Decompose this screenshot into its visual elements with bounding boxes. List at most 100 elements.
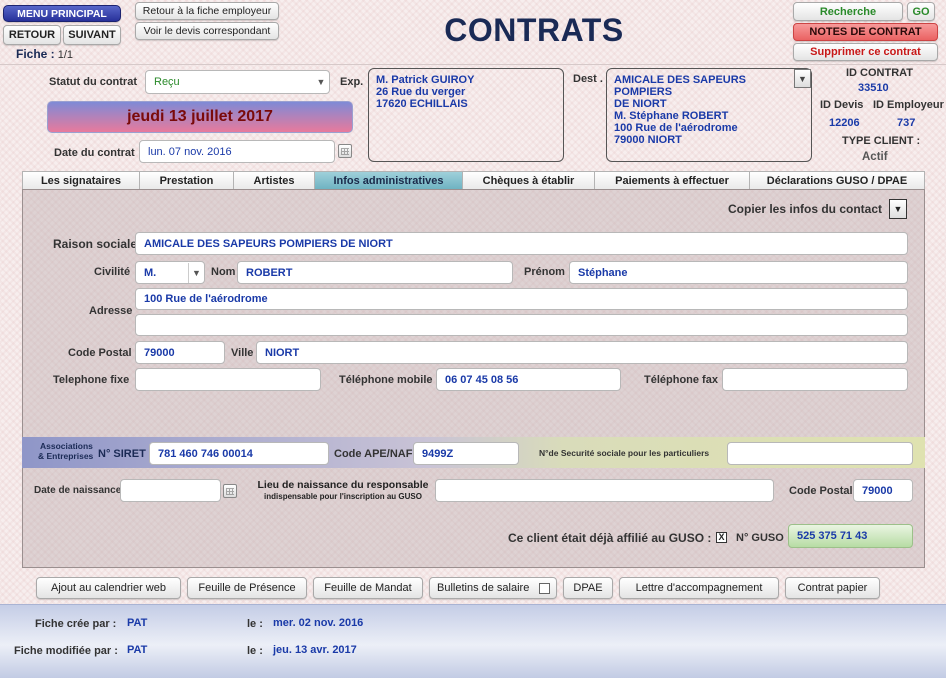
calendar-icon[interactable]	[223, 484, 237, 498]
prenom-field[interactable]: Stéphane	[569, 261, 908, 284]
ville-value: NIORT	[265, 346, 300, 359]
bulletins-salaire-label: Bulletins de salaire	[437, 582, 530, 594]
prenom-label: Prénom	[524, 266, 565, 278]
dest-line: 79000 NIORT	[614, 134, 682, 146]
dest-label: Dest .	[573, 73, 603, 85]
menu-principal-button[interactable]: MENU PRINCIPAL	[3, 5, 121, 22]
statut-select[interactable]: Reçu ▼	[145, 70, 330, 94]
id-contrat-label: ID CONTRAT	[846, 67, 914, 79]
adresse-field-1[interactable]: 100 Rue de l'aérodrome	[135, 288, 908, 310]
lieu-naissance-label: Lieu de naissance du responsable indispe…	[252, 480, 434, 502]
dest-line: M. Stéphane ROBERT	[614, 110, 729, 122]
adresse-field-2[interactable]	[135, 314, 908, 336]
recherche-button[interactable]: Recherche	[793, 2, 903, 21]
exp-line: 26 Rue du verger	[376, 86, 466, 98]
bulletins-checkbox[interactable]	[539, 583, 550, 594]
tab-declarations-guso[interactable]: Déclarations GUSO / DPAE	[749, 171, 925, 190]
civilite-select[interactable]: M. ▼	[135, 261, 205, 284]
associations-label: Associations & Entreprises	[38, 441, 93, 461]
ajout-calendrier-button[interactable]: Ajout au calendrier web	[36, 577, 181, 599]
tab-artistes[interactable]: Artistes	[233, 171, 315, 190]
supprimer-contrat-button[interactable]: Supprimer ce contrat	[793, 43, 938, 61]
code-ape-value: 9499Z	[422, 447, 454, 460]
exp-line: 17620 ECHILLAIS	[376, 98, 468, 110]
tab-prestation[interactable]: Prestation	[139, 171, 234, 190]
nom-label: Nom	[211, 266, 236, 278]
dest-line: DE NIORT	[614, 98, 667, 110]
voir-devis-button[interactable]: Voir le devis correspondant	[135, 22, 279, 40]
copier-infos-label: Copier les infos du contact	[728, 202, 883, 216]
date-contrat-label: Date du contrat	[54, 147, 135, 159]
raison-sociale-label: Raison sociale	[53, 237, 138, 251]
code-postal-2-field[interactable]: 79000	[853, 479, 913, 502]
statut-value: Reçu	[154, 76, 180, 88]
guso-affilie-label: Ce client était déjà affilié au GUSO :	[508, 531, 712, 545]
contrat-papier-button[interactable]: Contrat papier	[785, 577, 880, 599]
telephone-fixe-field[interactable]	[135, 368, 321, 391]
lettre-accompagnement-button[interactable]: Lettre d'accompagnement	[619, 577, 779, 599]
telephone-fax-field[interactable]	[722, 368, 908, 391]
siret-field[interactable]: 781 460 746 00014	[149, 442, 329, 465]
date-naissance-field[interactable]	[120, 479, 221, 502]
notes-contrat-button[interactable]: NOTES DE CONTRAT	[793, 23, 938, 41]
code-ape-field[interactable]: 9499Z	[413, 442, 519, 465]
dest-address-box: AMICALE DES SAPEURS POMPIERS DE NIORT M.…	[606, 68, 812, 162]
code-postal-2-value: 79000	[862, 484, 893, 497]
fiche-counter: Fiche : 1/1	[16, 47, 73, 61]
retour-button[interactable]: RETOUR	[3, 25, 61, 45]
fiche-modifiee-date-value: jeu. 13 avr. 2017	[273, 644, 357, 656]
chevron-down-icon: ▼	[316, 77, 326, 87]
page-title: CONTRATS	[444, 12, 624, 48]
dest-line: 100 Rue de l'aérodrome	[614, 122, 738, 134]
fiche-creee-le-label: le :	[247, 618, 263, 630]
tab-paiements[interactable]: Paiements à effectuer	[594, 171, 750, 190]
raison-sociale-field[interactable]: AMICALE DES SAPEURS POMPIERS DE NIORT	[135, 232, 908, 255]
civilite-label: Civilité	[94, 266, 131, 278]
suivant-button[interactable]: SUIVANT	[63, 25, 121, 45]
securite-sociale-field[interactable]	[727, 442, 913, 465]
guso-num-field[interactable]: 525 375 71 43	[788, 524, 913, 548]
tab-signataires[interactable]: Les signataires	[22, 171, 140, 190]
lieu-naissance-label-line-1: Lieu de naissance du responsable	[257, 479, 429, 491]
code-postal-field[interactable]: 79000	[135, 341, 225, 364]
tab-infos-administratives[interactable]: Infos administratives	[314, 171, 463, 190]
associations-line-2: & Entreprises	[38, 451, 94, 461]
adresse-label: Adresse	[89, 305, 133, 317]
adresse-value-1: 100 Rue de l'aérodrome	[144, 293, 268, 305]
code-postal-label: Code Postal	[68, 347, 132, 359]
retour-fiche-employeur-button[interactable]: Retour à la fiche employeur	[135, 2, 279, 20]
siret-value: 781 460 746 00014	[158, 447, 253, 460]
chevron-down-icon: ▼	[893, 204, 903, 214]
lieu-naissance-field[interactable]	[435, 479, 774, 502]
nom-field[interactable]: ROBERT	[237, 261, 513, 284]
dest-dropdown-button[interactable]: ▼	[794, 69, 811, 88]
feuille-presence-button[interactable]: Feuille de Présence	[187, 577, 307, 599]
telephone-mobile-field[interactable]: 06 07 45 08 56	[436, 368, 621, 391]
copier-infos-dropdown[interactable]: ▼	[889, 199, 907, 219]
checkmark-icon: X	[718, 532, 725, 542]
bulletins-salaire-button[interactable]: Bulletins de salaire	[429, 577, 557, 599]
fiche-modifiee-label: Fiche modifiée par :	[14, 645, 118, 657]
exp-line: M. Patrick GUIROY	[376, 74, 475, 86]
date-contrat-field[interactable]: lun. 07 nov. 2016	[139, 140, 335, 163]
ville-label: Ville	[231, 347, 254, 359]
ville-field[interactable]: NIORT	[256, 341, 908, 364]
securite-sociale-label: N°de Securité sociale pour les particuli…	[539, 448, 710, 458]
lieu-naissance-label-line-2: indispensable pour l'inscription au GUSO	[264, 492, 422, 501]
guso-affilie-checkbox[interactable]: X	[716, 532, 727, 543]
civilite-value: M.	[144, 266, 157, 279]
guso-num-value: 525 375 71 43	[797, 530, 868, 542]
go-button[interactable]: GO	[907, 2, 935, 21]
feuille-mandat-button[interactable]: Feuille de Mandat	[313, 577, 423, 599]
type-client-label: TYPE CLIENT :	[842, 135, 921, 147]
calendar-icon[interactable]	[338, 144, 352, 158]
fiche-creee-par-value: PAT	[127, 617, 148, 629]
fiche-creee-label: Fiche crée par :	[35, 618, 117, 630]
dpae-button[interactable]: DPAE	[563, 577, 613, 599]
fiche-modifiee-le-label: le :	[247, 645, 263, 657]
raison-sociale-value: AMICALE DES SAPEURS POMPIERS DE NIORT	[144, 237, 393, 250]
id-employeur-label: ID Employeur	[873, 99, 944, 111]
date-banner: jeudi 13 juillet 2017	[47, 101, 353, 133]
tab-cheques[interactable]: Chèques à établir	[462, 171, 595, 190]
id-devis-value: 12206	[829, 117, 860, 129]
